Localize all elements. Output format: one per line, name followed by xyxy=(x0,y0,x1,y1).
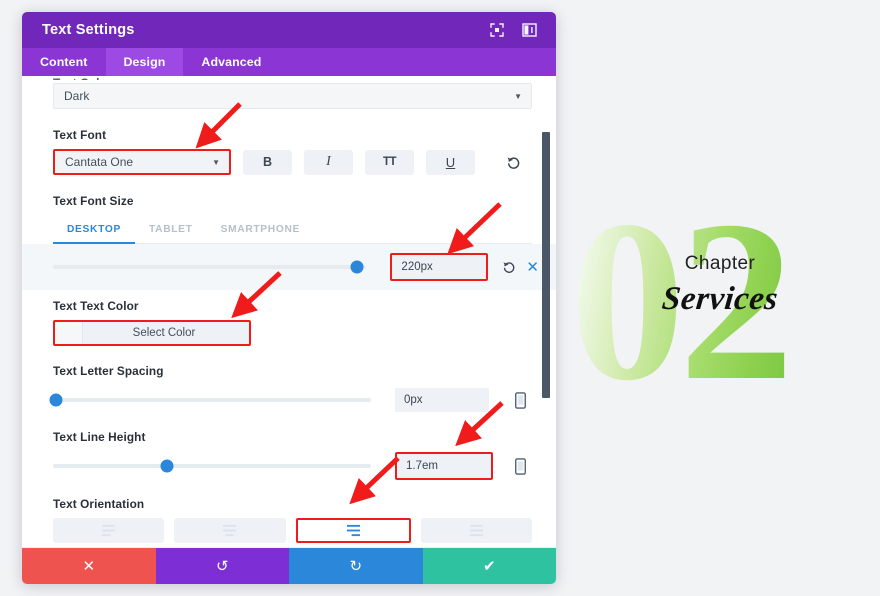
uppercase-button[interactable]: TT xyxy=(365,149,414,175)
page-title: Text Settings xyxy=(42,22,135,38)
scrollbar-track[interactable] xyxy=(542,76,550,547)
font-size-reset-icon[interactable] xyxy=(502,260,516,274)
letter-spacing-slider-row xyxy=(49,385,532,415)
undo-reset-icon[interactable] xyxy=(503,152,523,172)
select-color-highlight: Select Color xyxy=(53,320,251,346)
italic-button[interactable]: I xyxy=(304,149,353,175)
align-left-button[interactable] xyxy=(53,518,165,543)
tab-design[interactable]: Design xyxy=(105,48,184,76)
field-text-letter-spacing: Text Letter Spacing xyxy=(49,364,532,415)
tab-content[interactable]: Content xyxy=(22,48,106,76)
text-line-height-label: Text Line Height xyxy=(53,430,146,444)
select-color-label: Select Color xyxy=(132,327,196,339)
line-height-input[interactable] xyxy=(397,454,491,478)
tab-advanced[interactable]: Advanced xyxy=(183,48,279,76)
device-tab-bar: DESKTOP TABLET SMARTPHONE xyxy=(53,218,532,244)
text-orientation-label: Text Orientation xyxy=(53,497,145,511)
text-font-value: Cantata One xyxy=(65,155,134,169)
line-height-slider-row xyxy=(53,451,532,481)
font-size-input[interactable] xyxy=(392,255,487,279)
line-height-value-highlight xyxy=(395,452,493,480)
letter-spacing-slider[interactable] xyxy=(49,393,371,407)
device-tab-smartphone[interactable]: SMARTPHONE xyxy=(207,218,314,243)
text-letter-spacing-label: Text Letter Spacing xyxy=(53,364,164,378)
device-tab-desktop[interactable]: DESKTOP xyxy=(53,218,135,244)
color-swatch xyxy=(55,322,83,344)
mobile-icon[interactable] xyxy=(515,391,526,409)
field-text-font: Text Font Cantata One ▼ B I TT U xyxy=(53,128,532,175)
letter-spacing-slider-knob[interactable] xyxy=(49,393,63,407)
modal-tab-bar: Content Design Advanced xyxy=(22,48,556,76)
field-text-color: Text Color Dark ▼ xyxy=(53,76,532,109)
font-size-slider[interactable] xyxy=(53,260,367,274)
field-text-orientation: Text Orientation xyxy=(53,497,532,543)
preview-chapter-label: Chapter xyxy=(684,253,756,274)
line-height-slider-knob[interactable] xyxy=(160,459,174,473)
focus-icon[interactable] xyxy=(486,19,508,41)
save-button[interactable]: ✔ xyxy=(422,548,556,584)
cancel-button[interactable]: ✕ xyxy=(22,548,156,584)
text-text-color-label: Text Text Color xyxy=(53,299,139,313)
text-color-value: Dark xyxy=(64,89,90,103)
align-justify-button[interactable] xyxy=(420,518,532,543)
text-color-label: Text Color xyxy=(53,76,532,80)
modal-header: Text Settings xyxy=(22,12,556,48)
letter-spacing-input[interactable] xyxy=(395,388,489,412)
font-size-clear-icon[interactable]: ✕ xyxy=(526,260,539,275)
text-font-row: Cantata One ▼ B I TT U xyxy=(53,149,532,175)
align-center-button[interactable] xyxy=(174,518,286,543)
line-height-slider[interactable] xyxy=(53,459,371,473)
text-font-select[interactable]: Cantata One ▼ xyxy=(55,151,229,173)
settings-scroll-region: Text Color Dark ▼ Text Font Cantata One … xyxy=(22,76,556,547)
chevron-down-icon: ▼ xyxy=(514,91,522,101)
select-color-button[interactable]: Select Color xyxy=(55,322,249,344)
font-size-value-highlight xyxy=(390,253,489,281)
device-tab-tablet[interactable]: TABLET xyxy=(135,218,207,243)
field-text-text-color: Text Text Color Select Color xyxy=(53,299,532,346)
orientation-button-group xyxy=(53,518,532,543)
text-color-select[interactable]: Dark ▼ xyxy=(53,83,532,109)
chevron-down-icon: ▼ xyxy=(212,157,220,167)
text-font-highlight: Cantata One ▼ xyxy=(53,149,231,175)
text-font-size-label: Text Font Size xyxy=(53,194,134,208)
panel-layout-icon[interactable] xyxy=(518,19,540,41)
preview-text-block: Chapter Services xyxy=(560,248,880,321)
modal-action-bar: ✕ ↺ ↻ ✔ xyxy=(22,547,556,584)
bold-button[interactable]: B xyxy=(243,149,292,175)
page-preview-area: 02 Chapter Services xyxy=(560,0,880,596)
undo-button[interactable]: ↺ xyxy=(155,548,289,584)
align-right-button[interactable] xyxy=(295,518,411,543)
font-size-slider-knob[interactable] xyxy=(350,260,364,274)
text-settings-modal: Text Settings Content Design Advanced Te… xyxy=(22,12,556,584)
underline-button[interactable]: U xyxy=(426,149,475,175)
text-font-label: Text Font xyxy=(53,128,107,142)
preview-title: Services xyxy=(660,281,780,318)
field-text-font-size: Text Font Size DESKTOP TABLET SMARTPHONE xyxy=(22,194,556,290)
font-size-slider-row: ✕ xyxy=(22,244,556,290)
mobile-icon[interactable] xyxy=(515,457,526,475)
scrollbar-thumb[interactable] xyxy=(542,132,550,398)
field-text-line-height: Text Line Height xyxy=(53,430,532,481)
redo-button[interactable]: ↻ xyxy=(289,548,423,584)
settings-form: Text Color Dark ▼ Text Font Cantata One … xyxy=(22,76,556,547)
